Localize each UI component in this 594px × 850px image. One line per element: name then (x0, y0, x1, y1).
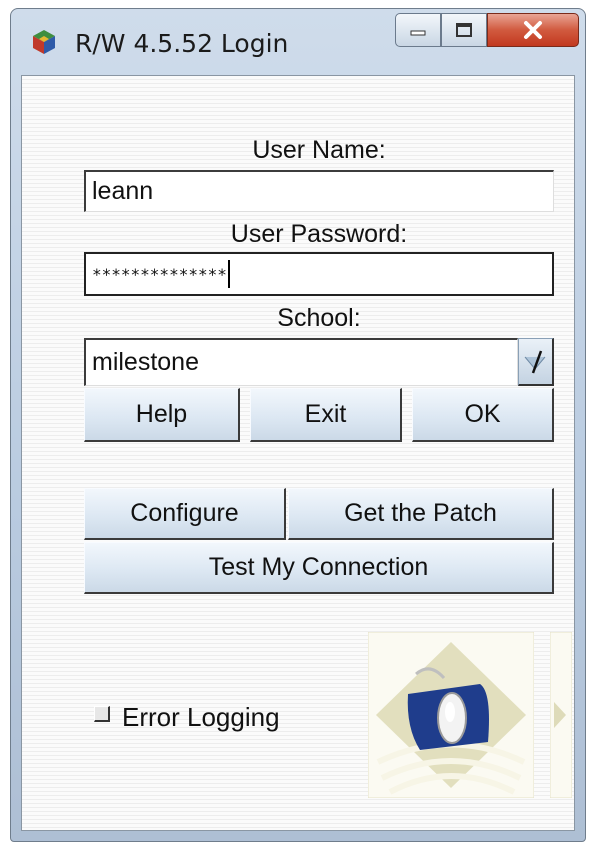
exit-button[interactable]: Exit (250, 388, 402, 442)
dropdown-arrow-icon (524, 350, 546, 374)
school-dropdown-button[interactable] (518, 338, 554, 386)
close-button[interactable] (487, 13, 579, 47)
school-select[interactable]: milestone (84, 338, 518, 386)
help-button[interactable]: Help (84, 388, 240, 442)
password-label: User Password: (230, 220, 408, 248)
username-label: User Name: (252, 136, 386, 164)
minimize-button[interactable] (395, 13, 441, 47)
error-logging-checkbox[interactable] (94, 706, 110, 722)
minimize-icon (410, 30, 426, 36)
text-caret (227, 260, 230, 288)
close-x-icon (524, 21, 542, 39)
login-window: R/W 4.5.52 Login User Name: leann User P… (10, 8, 586, 842)
password-input[interactable]: ************** (84, 252, 554, 296)
error-logging-label: Error Logging (122, 702, 280, 732)
window-title: R/W 4.5.52 Login (75, 29, 289, 58)
ok-button[interactable]: OK (412, 388, 554, 442)
password-mask-text: ************** (92, 264, 227, 284)
title-bar[interactable]: R/W 4.5.52 Login (11, 9, 585, 75)
login-panel: User Name: leann User Password: ********… (21, 75, 575, 831)
maximize-icon (456, 23, 472, 37)
cube-app-icon (33, 30, 55, 54)
caption-buttons (395, 13, 579, 47)
test-my-connection-button[interactable]: Test My Connection (84, 542, 554, 594)
mouse-logo-icon (368, 632, 534, 798)
logo-scroll-arrow-icon (550, 632, 572, 798)
username-input[interactable]: leann (84, 170, 554, 212)
school-label: School: (277, 304, 361, 332)
configure-button[interactable]: Configure (84, 488, 286, 540)
get-the-patch-button[interactable]: Get the Patch (288, 488, 554, 540)
maximize-button[interactable] (441, 13, 487, 47)
